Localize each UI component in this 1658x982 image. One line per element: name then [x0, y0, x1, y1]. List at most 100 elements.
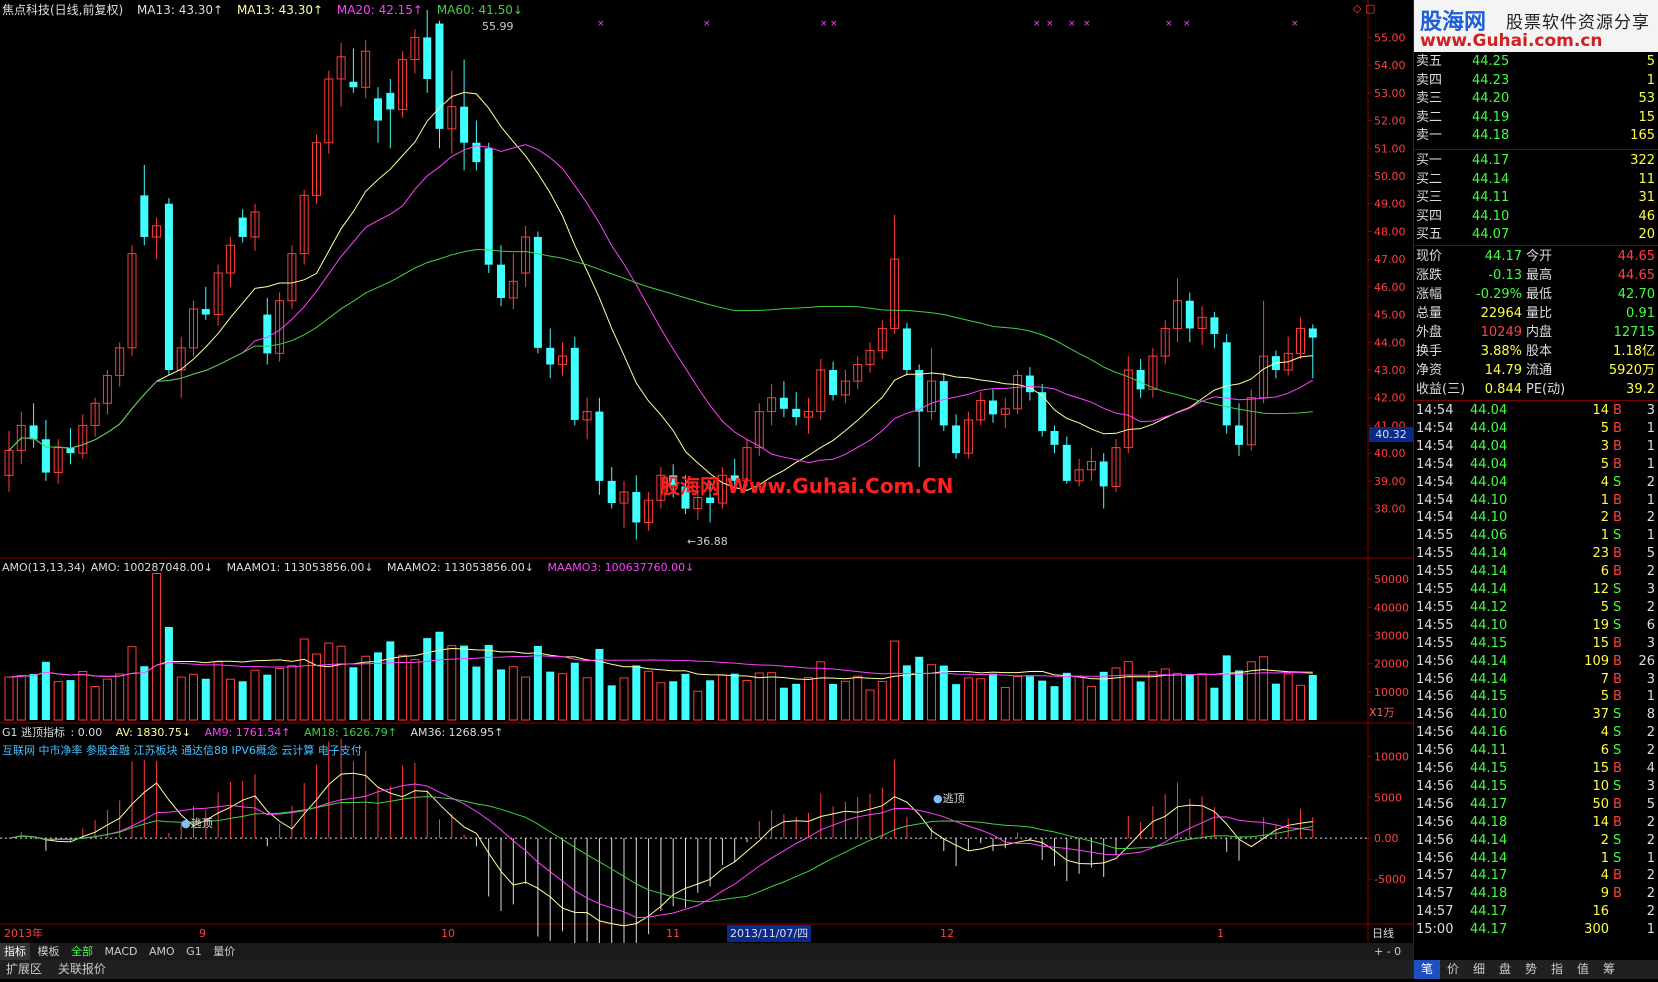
tab-volume-price[interactable]: 量价: [209, 943, 239, 960]
volume-bar: [644, 670, 654, 721]
func-tab[interactable]: 细: [1466, 960, 1492, 979]
sell-row[interactable]: 卖五 44.25 5: [1414, 52, 1658, 71]
candle-body: [902, 328, 911, 371]
tick-time: 14:55: [1416, 635, 1454, 651]
ob-label: 买三: [1416, 190, 1443, 205]
buy-row[interactable]: 买五 44.07 20: [1414, 225, 1658, 244]
volume-bar: [435, 631, 444, 720]
tick-row: 14:54 44.04 3 B 1: [1414, 438, 1658, 456]
candle-body: [423, 37, 432, 79]
divider: [1414, 149, 1658, 150]
candle-body: [1050, 430, 1059, 445]
func-tab[interactable]: 值: [1570, 960, 1596, 979]
buy-row[interactable]: 买二 44.14 11: [1414, 170, 1658, 189]
func-tab[interactable]: 指: [1544, 960, 1570, 979]
volume-bar: [472, 666, 481, 720]
buy-row[interactable]: 买三 44.11 31: [1414, 188, 1658, 207]
volume-bar: [877, 680, 887, 721]
tick-count: 3: [1646, 671, 1655, 687]
tab-all[interactable]: 全部: [67, 943, 97, 960]
tick-count: 1: [1646, 689, 1655, 705]
func-tab[interactable]: 势: [1518, 960, 1544, 979]
quote-label: 股本: [1526, 344, 1553, 359]
ob-label: 卖五: [1416, 54, 1443, 69]
tick-direction: B: [1613, 671, 1622, 687]
volume-bar: [1074, 675, 1084, 721]
sell-row[interactable]: 卖四 44.23 1: [1414, 71, 1658, 90]
tick-count: 3: [1646, 635, 1655, 651]
tab-indicator[interactable]: 指标: [0, 943, 30, 960]
tick-count: 1: [1646, 922, 1655, 938]
maximize-icon[interactable]: ▢: [1365, 2, 1375, 15]
tick-time: 14:57: [1416, 868, 1454, 884]
g1-am36: AM36: 1268.95↑: [410, 726, 504, 739]
tick-count: 1: [1646, 420, 1655, 436]
func-tab[interactable]: 盘: [1492, 960, 1518, 979]
divider: [1414, 245, 1658, 246]
amo-value: AMO: 100287048.00↓: [90, 561, 214, 574]
signal-mark: ×: [1033, 19, 1041, 29]
quote-label: 最高: [1526, 268, 1553, 283]
price-tick-label: 49.00: [1374, 198, 1406, 211]
tick-count: 2: [1646, 474, 1655, 490]
cursor-date-badge: 2013/11/07/四: [727, 925, 812, 942]
window-controls[interactable]: ◇ ▢: [1353, 2, 1375, 15]
tick-row: 14:55 44.14 23 B 5: [1414, 545, 1658, 563]
kline-chart-area[interactable]: 55.00 54.00 53.00 52.00 51.00 50.00 49.00 48.00…: [0, 0, 1413, 979]
restore-icon[interactable]: ◇: [1353, 2, 1361, 15]
tab-g1[interactable]: G1: [182, 943, 206, 960]
tick-time: 14:55: [1416, 564, 1454, 580]
price-tick-label: 46.00: [1374, 281, 1406, 294]
func-tab[interactable]: 价: [1440, 960, 1466, 979]
period-label[interactable]: 日线: [1372, 925, 1394, 942]
tick-volume: 15: [1592, 761, 1609, 776]
tab-related-quotes[interactable]: 关联报价: [52, 960, 112, 979]
tick-direction: B: [1613, 546, 1622, 562]
quote-label: 收益(三): [1416, 382, 1466, 397]
tick-time: 14:54: [1416, 420, 1454, 436]
volume-bar: [693, 690, 703, 721]
buy-row[interactable]: 买四 44.10 46: [1414, 207, 1658, 226]
tick-count: 3: [1646, 582, 1655, 597]
volume-bar: [558, 673, 567, 721]
candle-body: [546, 347, 555, 365]
tick-direction: S: [1613, 474, 1622, 490]
volume-bar: [127, 646, 137, 721]
amo-tick-label: 40000: [1374, 601, 1409, 614]
tick-row: 14:55 44.14 6 B 2: [1414, 563, 1658, 581]
tick-direction: S: [1613, 617, 1622, 633]
tick-volume: 5: [1600, 420, 1609, 436]
volume-bar: [361, 655, 371, 721]
bottom-bar: 扩展区 关联报价: [0, 960, 1413, 979]
tab-amo[interactable]: AMO: [145, 943, 179, 960]
ob-label: 买二: [1416, 171, 1443, 187]
quote-label: 总量: [1416, 306, 1443, 321]
tick-volume: 19: [1592, 617, 1609, 633]
tab-macd[interactable]: MACD: [101, 943, 142, 960]
quote-row: 外盘 10249 内盘 12715: [1414, 323, 1658, 342]
sell-row[interactable]: 卖三 44.20 53: [1414, 89, 1658, 108]
buy-row[interactable]: 买一 44.17 322: [1414, 151, 1658, 170]
zoom-controls[interactable]: + - 0: [1370, 943, 1405, 960]
tab-extension-area[interactable]: 扩展区: [0, 960, 48, 979]
candle-body: [1308, 328, 1317, 338]
tick-row: 14:54 44.10 1 B 1: [1414, 492, 1658, 510]
func-tab[interactable]: 笔: [1414, 960, 1440, 979]
tick-price: 44.11: [1470, 743, 1508, 759]
tab-template[interactable]: 模板: [34, 943, 64, 960]
tick-time: 15:00: [1416, 922, 1454, 938]
volume-bar: [508, 666, 518, 721]
tick-time: 14:55: [1416, 599, 1454, 615]
maamo1-line: [8, 647, 1313, 681]
price-tick-label: 55.00: [1374, 31, 1406, 44]
ob-label: 买五: [1416, 227, 1443, 242]
tick-count: 1: [1646, 850, 1655, 866]
sell-row[interactable]: 卖一 44.18 165: [1414, 126, 1658, 145]
func-tab[interactable]: 筹: [1596, 960, 1622, 979]
ob-price: 44.20: [1472, 91, 1510, 106]
volume-bar: [570, 662, 579, 720]
volume-bar: [1296, 684, 1305, 721]
quote-panel: 股海网 股票软件资源分享 www.Guhai.com.cn 卖五 44.25 5 卖四…: [1413, 0, 1658, 979]
candle-body: [939, 381, 948, 426]
sell-row[interactable]: 卖二 44.19 15: [1414, 108, 1658, 127]
